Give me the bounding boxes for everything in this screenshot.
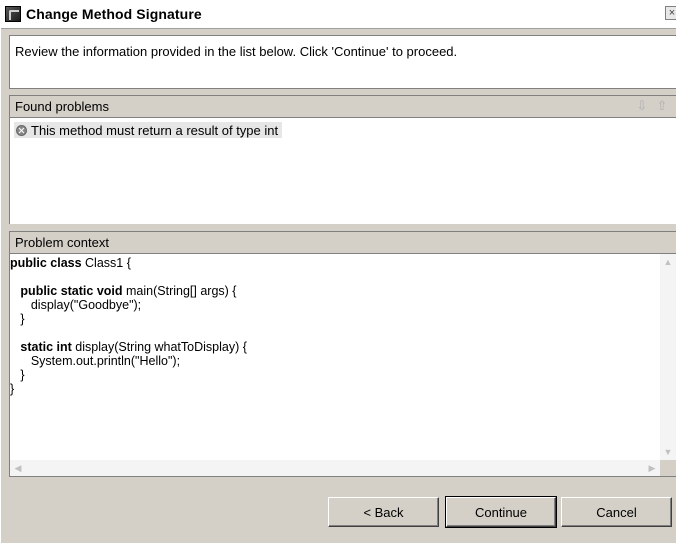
title-bar: Change Method Signature ×	[1, 1, 676, 29]
code-line: display("Goodbye");	[10, 298, 247, 312]
eclipse-app-icon	[5, 6, 21, 22]
code-line: static int display(String whatToDisplay)…	[10, 340, 247, 354]
found-problems-header: Found problems ⇩ ⇧	[9, 95, 676, 118]
cancel-button[interactable]: Cancel	[561, 497, 672, 527]
code-text: Class1 {	[85, 256, 131, 270]
code-text: main(String[] args) {	[126, 284, 237, 298]
code-lines: public class Class1 { public static void…	[10, 256, 247, 396]
change-method-signature-dialog: Change Method Signature × Review the inf…	[0, 0, 676, 543]
code-line: }	[10, 368, 247, 382]
problem-text: This method must return a result of type…	[31, 122, 279, 138]
code-view[interactable]: public class Class1 { public static void…	[9, 254, 676, 477]
code-line: }	[10, 312, 247, 326]
scroll-left-icon[interactable]: ◀	[10, 460, 26, 476]
scroll-right-icon[interactable]: ▶	[644, 460, 660, 476]
description-text: Review the information provided in the l…	[15, 44, 458, 59]
code-text: display("Goodbye");	[10, 298, 142, 312]
code-keyword: public static void	[10, 284, 126, 298]
next-problem-icon[interactable]: ⇩	[635, 99, 649, 113]
code-line: public class Class1 {	[10, 256, 247, 270]
scroll-corner	[660, 460, 676, 476]
code-text: }	[10, 368, 25, 382]
scroll-up-icon[interactable]: ▲	[660, 254, 676, 270]
code-keyword: public class	[10, 256, 86, 270]
found-problems-label: Found problems	[15, 99, 109, 114]
window-title: Change Method Signature	[26, 6, 202, 22]
description-box: Review the information provided in the l…	[9, 35, 676, 89]
horizontal-scrollbar[interactable]: ◀ ▶	[10, 460, 660, 476]
code-text: }	[10, 312, 25, 326]
code-text: display(String whatToDisplay) {	[75, 340, 247, 354]
code-line: System.out.println("Hello");	[10, 354, 247, 368]
list-item[interactable]: This method must return a result of type…	[14, 122, 283, 138]
problems-list: This method must return a result of type…	[9, 118, 676, 224]
scroll-down-icon[interactable]: ▼	[660, 444, 676, 460]
back-button[interactable]: < Back	[328, 497, 439, 527]
vertical-scrollbar[interactable]: ▲ ▼	[660, 254, 676, 460]
problem-context-label: Problem context	[15, 235, 109, 250]
code-keyword: static int	[10, 340, 76, 354]
error-icon	[16, 124, 27, 136]
code-text: System.out.println("Hello");	[10, 354, 181, 368]
problem-context-header: Problem context	[9, 231, 676, 254]
previous-problem-icon[interactable]: ⇧	[655, 99, 669, 113]
close-button[interactable]: ×	[665, 6, 676, 20]
code-text: }	[10, 382, 15, 396]
code-line: public static void main(String[] args) {	[10, 284, 247, 298]
code-line: }	[10, 382, 247, 396]
continue-button[interactable]: Continue	[445, 496, 557, 528]
